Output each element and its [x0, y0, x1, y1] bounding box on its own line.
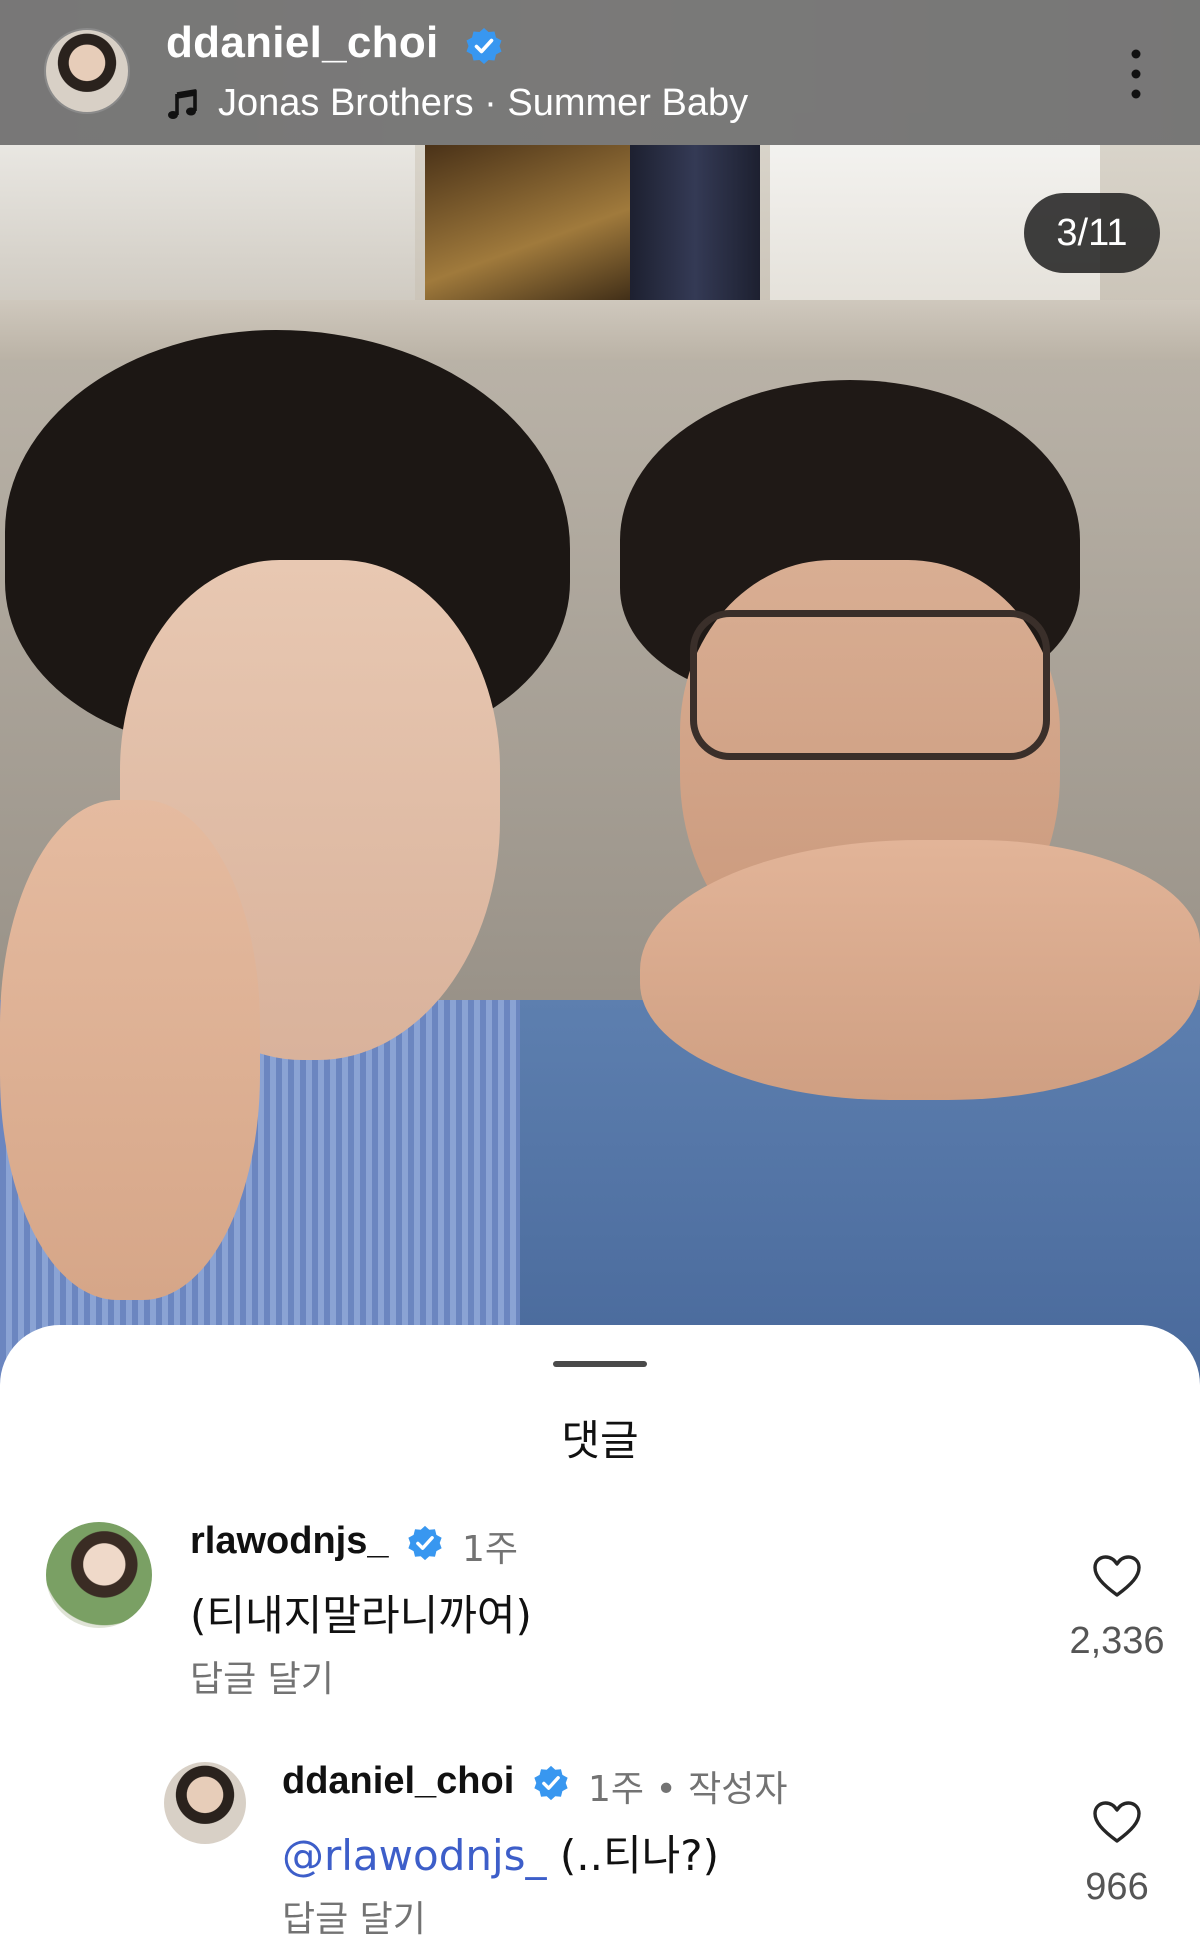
like-count: 2,336 — [1069, 1620, 1165, 1662]
song-label[interactable]: Jonas Brothers · Summer Baby — [218, 82, 748, 125]
media-counter: 3/11 — [1024, 193, 1160, 273]
commenter-avatar[interactable] — [164, 1762, 246, 1844]
reply-button[interactable]: 답글 달기 — [190, 1650, 334, 1702]
verified-badge-icon — [466, 28, 502, 64]
sheet-drag-handle[interactable] — [553, 1361, 647, 1367]
comment-text: @rlawodnjs_ (..티나?) — [282, 1822, 719, 1883]
post-header: ddaniel_choi Jonas Brothers · Summer Bab… — [0, 0, 1200, 145]
sheet-title: 댓글 — [561, 1416, 639, 1465]
author-avatar[interactable] — [44, 28, 130, 114]
comment-text: (티내지말라니까여) — [190, 1591, 532, 1640]
reply-button[interactable]: 답글 달기 — [282, 1890, 426, 1942]
mention-link[interactable]: @rlawodnjs_ — [282, 1831, 547, 1880]
commenter-username[interactable]: rlawodnjs_ — [190, 1520, 389, 1563]
music-note-icon — [168, 89, 197, 119]
commenter-avatar[interactable] — [46, 1522, 152, 1628]
comment-time: 1주 — [462, 1529, 519, 1570]
comment-body: (..티나?) — [546, 1831, 719, 1880]
post-photo[interactable] — [0, 0, 1200, 1400]
like-count: 966 — [1085, 1866, 1149, 1908]
commenter-username[interactable]: ddaniel_choi — [282, 1760, 514, 1803]
heart-icon[interactable] — [1092, 1800, 1142, 1844]
verified-badge-icon — [408, 1525, 442, 1561]
verified-badge-icon — [534, 1765, 568, 1801]
author-username[interactable]: ddaniel_choi — [166, 18, 439, 68]
heart-icon[interactable] — [1092, 1554, 1142, 1598]
comment-time: 1주 • 작성자 — [588, 1769, 788, 1810]
comment-item: rlawodnjs_ 1주 (티내지말라니까여) 답글 달기 2,336 — [0, 1490, 1200, 1700]
more-options-icon[interactable] — [1120, 46, 1152, 102]
post-viewer: ddaniel_choi Jonas Brothers · Summer Bab… — [0, 0, 1200, 1954]
comment-item: ddaniel_choi 1주 • 작성자 @rlawodnjs_ (..티나?… — [0, 1730, 1200, 1954]
